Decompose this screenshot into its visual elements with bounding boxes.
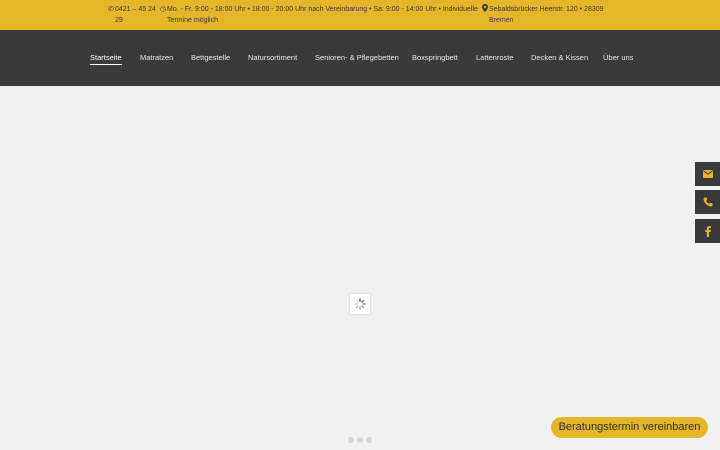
side-tab-phone[interactable]: [695, 190, 720, 214]
nav-item-decken-kissen[interactable]: Decken & Kissen: [531, 53, 588, 64]
nav-item-matratzen[interactable]: Matratzen: [140, 53, 173, 64]
top-info-bar: ✆ 0421 – 45 24 29 ◷ Mo. - Fr. 9:00 - 18:…: [0, 0, 720, 30]
phone-icon: [702, 197, 712, 207]
slider-dot-2[interactable]: [357, 437, 363, 443]
nav-item-startseite[interactable]: Startseite: [90, 53, 122, 65]
consultation-appointment-button[interactable]: Beratungstermin vereinbaren: [551, 417, 708, 438]
store-address-text[interactable]: Sebaldsbrücker Heerstr. 120 • 28309 Brem…: [489, 4, 612, 26]
phone-icon: ✆: [108, 6, 114, 13]
store-address[interactable]: Sebaldsbrücker Heerstr. 120 • 28309 Brem…: [482, 4, 612, 26]
nav-item-lattenroste[interactable]: Lattenroste: [476, 53, 514, 64]
main-navigation: Startseite Matratzen Bettgestelle Naturs…: [0, 30, 720, 86]
side-tab-facebook[interactable]: [695, 219, 720, 243]
nav-item-ueber-uns[interactable]: Über uns: [603, 53, 633, 64]
side-tab-email[interactable]: [695, 162, 720, 186]
slider-dot-1[interactable]: [348, 437, 354, 443]
facebook-icon: [704, 225, 711, 237]
envelope-icon: [702, 170, 713, 178]
nav-item-boxspringbett[interactable]: Boxspringbett: [412, 53, 458, 64]
map-marker-icon: [482, 4, 489, 26]
nav-item-senioren-pflegebetten[interactable]: Senioren- & Pflegebetten: [315, 53, 399, 64]
spinner-icon: [354, 298, 366, 310]
opening-hours-text: Mo. - Fr. 9:00 - 18:00 Uhr • 18:00 - 20:…: [167, 6, 478, 24]
slider-pagination: [348, 437, 372, 443]
contact-phone[interactable]: ✆ 0421 – 45 24 29: [108, 4, 160, 26]
slider-dot-3[interactable]: [366, 437, 372, 443]
slider-loading-spinner: [350, 294, 370, 314]
opening-hours: ◷ Mo. - Fr. 9:00 - 18:00 Uhr • 18:00 - 2…: [160, 4, 480, 26]
nav-item-bettgestelle[interactable]: Bettgestelle: [191, 53, 230, 64]
clock-icon: ◷: [160, 6, 167, 13]
contact-phone-text[interactable]: 0421 – 45 24 29: [115, 4, 160, 26]
nav-item-natursortiment[interactable]: Natursortiment: [248, 53, 297, 64]
